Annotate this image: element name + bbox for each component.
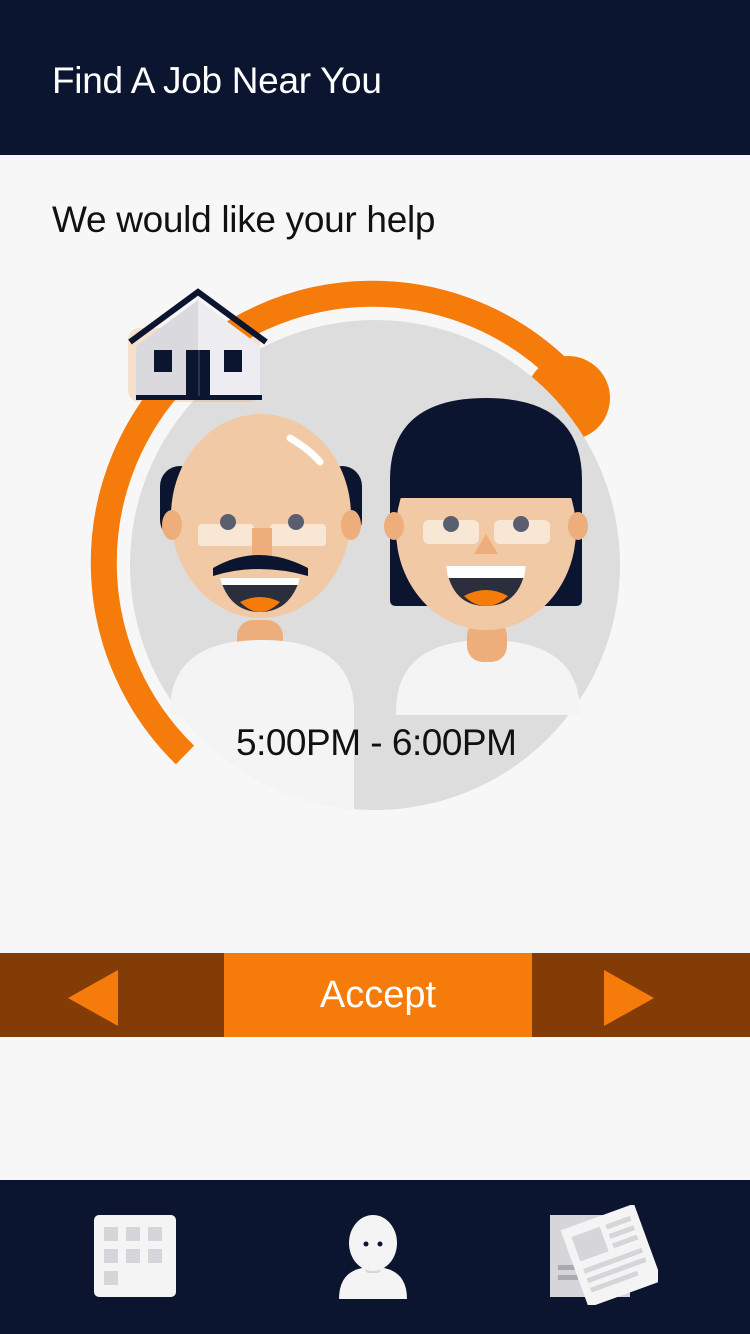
house-icon: [128, 288, 268, 402]
tab-news[interactable]: [530, 1180, 680, 1334]
action-bar: Accept: [0, 953, 750, 1037]
accept-button[interactable]: Accept: [224, 953, 532, 1037]
app-header: Find A Job Near You: [0, 0, 750, 155]
previous-job-button[interactable]: [0, 953, 224, 1037]
calendar-icon: [94, 1215, 176, 1297]
triangle-left-icon: [68, 970, 118, 1026]
page-title: Find A Job Near You: [52, 60, 382, 101]
newspaper-icon: [550, 1205, 658, 1305]
triangle-right-icon: [604, 970, 654, 1026]
tab-profile[interactable]: [300, 1180, 450, 1334]
bottom-tab-bar: [0, 1180, 750, 1334]
time-slot-label: 5:00PM - 6:00PM: [236, 722, 517, 763]
next-job-button[interactable]: [532, 953, 750, 1037]
tab-calendar[interactable]: [60, 1180, 210, 1334]
help-request-heading: We would like your help: [52, 199, 436, 240]
profile-icon: [339, 1215, 407, 1299]
